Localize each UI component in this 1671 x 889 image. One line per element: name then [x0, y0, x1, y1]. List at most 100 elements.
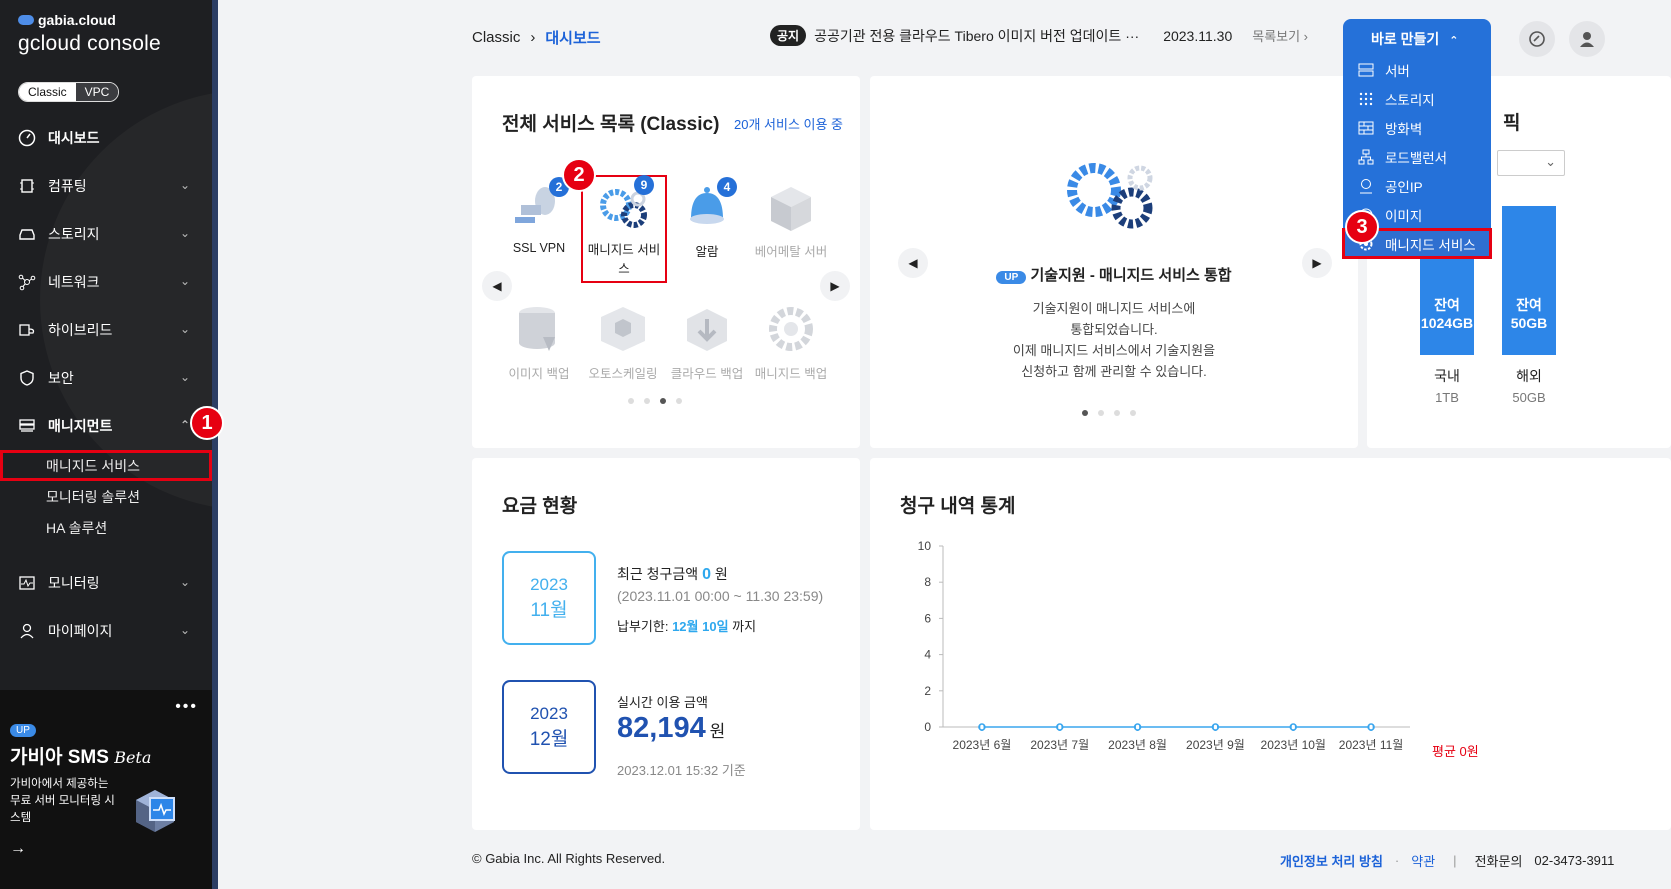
notice-date: 2023.11.30	[1163, 27, 1233, 44]
quick-item-label: 로드밸런서	[1385, 150, 1448, 166]
sidebar-subitem-label: 매니지드 서비스	[46, 457, 141, 474]
notice-bar[interactable]: 공지 공공기관 전용 클라우드 Tibero 이미지 버전 업데이트 ··· 2…	[770, 25, 1308, 46]
brand-logo[interactable]: gabia.cloud gcloud console	[18, 12, 161, 56]
sidebar-item-computing[interactable]: 컴퓨팅 ⌄	[0, 162, 212, 210]
mode-classic[interactable]: Classic	[19, 83, 76, 101]
period-year: 2023	[530, 574, 568, 594]
pager-dot[interactable]	[676, 398, 682, 404]
pager-dot[interactable]	[628, 398, 634, 404]
chevron-down-icon: ⌄	[179, 370, 190, 384]
due-label: 납부기한:	[617, 619, 669, 634]
sidebar-item-storage[interactable]: 스토리지 ⌄	[0, 210, 212, 258]
recent-amount-row: 최근 청구금액 0 원	[617, 564, 728, 584]
service-autoscaling[interactable]: 오토스케일링	[582, 301, 664, 382]
sidebar-item-monitoring[interactable]: 모니터링 ⌄	[0, 559, 212, 607]
quick-item-storage[interactable]: 스토리지	[1343, 84, 1491, 113]
brand-top-text: gabia.cloud	[38, 12, 116, 28]
pager-dot[interactable]	[1114, 410, 1120, 416]
traffic-select[interactable]: ⌄	[1497, 150, 1565, 176]
pager-dot-active[interactable]	[1082, 410, 1088, 416]
sidebar-item-label: 스토리지	[48, 226, 100, 242]
chat-button[interactable]	[1519, 21, 1555, 57]
quick-item-firewall[interactable]: 방화벽	[1343, 113, 1491, 142]
callout-2: 2	[562, 158, 596, 192]
service-baremetal[interactable]: 베어메탈 서버	[750, 179, 832, 260]
service-count-badge: 4	[717, 177, 737, 197]
sidebar-item-mypage[interactable]: 마이페이지 ⌄	[0, 607, 212, 655]
banner-line: 이제 매니지드 서비스에서 기술지원을	[1012, 343, 1216, 358]
quick-item-server[interactable]: 서버	[1343, 55, 1491, 84]
arrow-right-icon[interactable]: →	[10, 840, 26, 858]
breadcrumb-root[interactable]: Classic	[472, 29, 520, 46]
notice-tag: 공지	[770, 25, 807, 46]
breadcrumb-separator: ›	[530, 29, 536, 46]
notice-list-link[interactable]: 목록보기 ›	[1252, 26, 1308, 45]
notice-text[interactable]: 공공기관 전용 클라우드 Tibero 이미지 버전 업데이트 ···	[814, 26, 1139, 46]
x-tick-label: 2023년 8월	[1108, 738, 1167, 752]
chevron-up-icon: ⌃	[179, 418, 190, 432]
baremetal-icon	[763, 179, 819, 235]
quick-item-label: 공인IP	[1385, 179, 1423, 195]
sidebar-item-dashboard[interactable]: 대시보드	[0, 114, 212, 162]
footer-links: 개인정보 처리 방침 · 약관 | 전화문의 02-3473-3911	[1280, 851, 1614, 870]
banner-text: 기술지원이 매니지드 서비스에 통합되었습니다. 이제 매니지드 서비스에서 기…	[870, 298, 1358, 382]
gear-icon: 9	[596, 175, 654, 233]
due-date: 12월 10일	[672, 619, 729, 634]
sidebar-item-network[interactable]: 네트워크 ⌄	[0, 258, 212, 306]
sidebar-item-security[interactable]: 보안 ⌄	[0, 354, 212, 402]
sidebar-item-hybrid[interactable]: 하이브리드 ⌄	[0, 306, 212, 354]
service-count[interactable]: 20개 서비스 이용 중	[734, 114, 843, 133]
more-dots-icon[interactable]: •••	[175, 698, 198, 716]
realtime-label: 실시간 이용 금액	[617, 695, 708, 710]
sidebar-item-label: 마이페이지	[48, 623, 113, 639]
quick-item-loadbalancer[interactable]: 로드밸런서	[1343, 142, 1491, 171]
quick-create-header[interactable]: 바로 만들기 ⌃	[1343, 19, 1491, 55]
cpu-icon	[18, 177, 36, 195]
notice-banner-card[interactable]: ◀ ▶ UP 기술지원 - 매니지드 서비스 통합 기술지원이 매니지드 서비스…	[870, 76, 1358, 448]
realtime-period-box: 2023 12월	[502, 680, 596, 774]
chevron-left-icon[interactable]: ◀	[482, 271, 512, 301]
banner-pager[interactable]	[1082, 410, 1136, 416]
service-managed-backup[interactable]: 매니지드 백업	[750, 301, 832, 382]
service-pager[interactable]	[628, 398, 682, 404]
pager-dot-active[interactable]	[660, 398, 666, 404]
chevron-down-icon: ⌄	[179, 322, 190, 336]
up-badge: UP	[10, 724, 36, 737]
traffic-bar-label: 잔여	[1434, 297, 1460, 313]
service-ssl-vpn[interactable]: 2 SSL VPN	[498, 177, 580, 255]
pager-dot[interactable]	[644, 398, 650, 404]
storage-icon	[18, 225, 36, 243]
quick-item-public-ip[interactable]: 공인IP	[1343, 171, 1491, 200]
realtime-amount-row: 82,194 원	[617, 712, 725, 745]
pager-dot[interactable]	[1098, 410, 1104, 416]
sidebar-subitem-managed-service[interactable]: 매니지드 서비스	[0, 450, 212, 481]
chevron-right-icon[interactable]: ▶	[820, 271, 850, 301]
service-cloud-backup[interactable]: 클라우드 백업	[666, 301, 748, 382]
service-label: SSL VPN	[512, 241, 566, 255]
privacy-link[interactable]: 개인정보 처리 방침	[1280, 851, 1383, 870]
recent-period-box: 2023 11월	[502, 551, 596, 645]
service-alarm[interactable]: 4 알람	[666, 177, 748, 260]
sidebar-item-management[interactable]: 매니지먼트 ⌃	[0, 402, 212, 450]
banner-line: 기술지원이 매니지드 서비스에	[1032, 301, 1196, 316]
realtime-amount-value: 82,194	[617, 712, 706, 744]
fee-status-card: 요금 현황 2023 11월 최근 청구금액 0 원 (2023.11.01 0…	[472, 458, 860, 830]
service-label: 매니지드 서비스	[587, 243, 661, 276]
y-tick-label: 0	[924, 720, 931, 734]
mode-toggle[interactable]: Classic VPC	[18, 82, 120, 102]
terms-link[interactable]: 약관	[1411, 851, 1435, 870]
service-managed[interactable]: 9 매니지드 서비스	[581, 175, 667, 283]
sms-promo-banner[interactable]: ••• UP 가비아 SMS Beta 가비아에서 제공하는 무료 서버 모니터…	[0, 690, 212, 889]
y-tick-label: 6	[924, 611, 931, 625]
service-image-backup[interactable]: 이미지 백업	[498, 301, 580, 382]
vpn-icon: 2	[511, 177, 569, 235]
phone-number: 02-3473-3911	[1534, 853, 1615, 868]
sidebar-subitem-ha-solution[interactable]: HA 솔루션	[0, 512, 212, 543]
breadcrumb: Classic › 대시보드	[472, 27, 601, 48]
mode-vpc[interactable]: VPC	[75, 83, 119, 101]
data-label: 0	[1135, 722, 1141, 734]
pager-dot[interactable]	[1130, 410, 1136, 416]
profile-button[interactable]	[1569, 21, 1605, 57]
footer-copyright: © Gabia Inc. All Rights Reserved.	[472, 851, 666, 866]
sidebar-subitem-monitoring-solution[interactable]: 모니터링 솔루션	[0, 481, 212, 512]
